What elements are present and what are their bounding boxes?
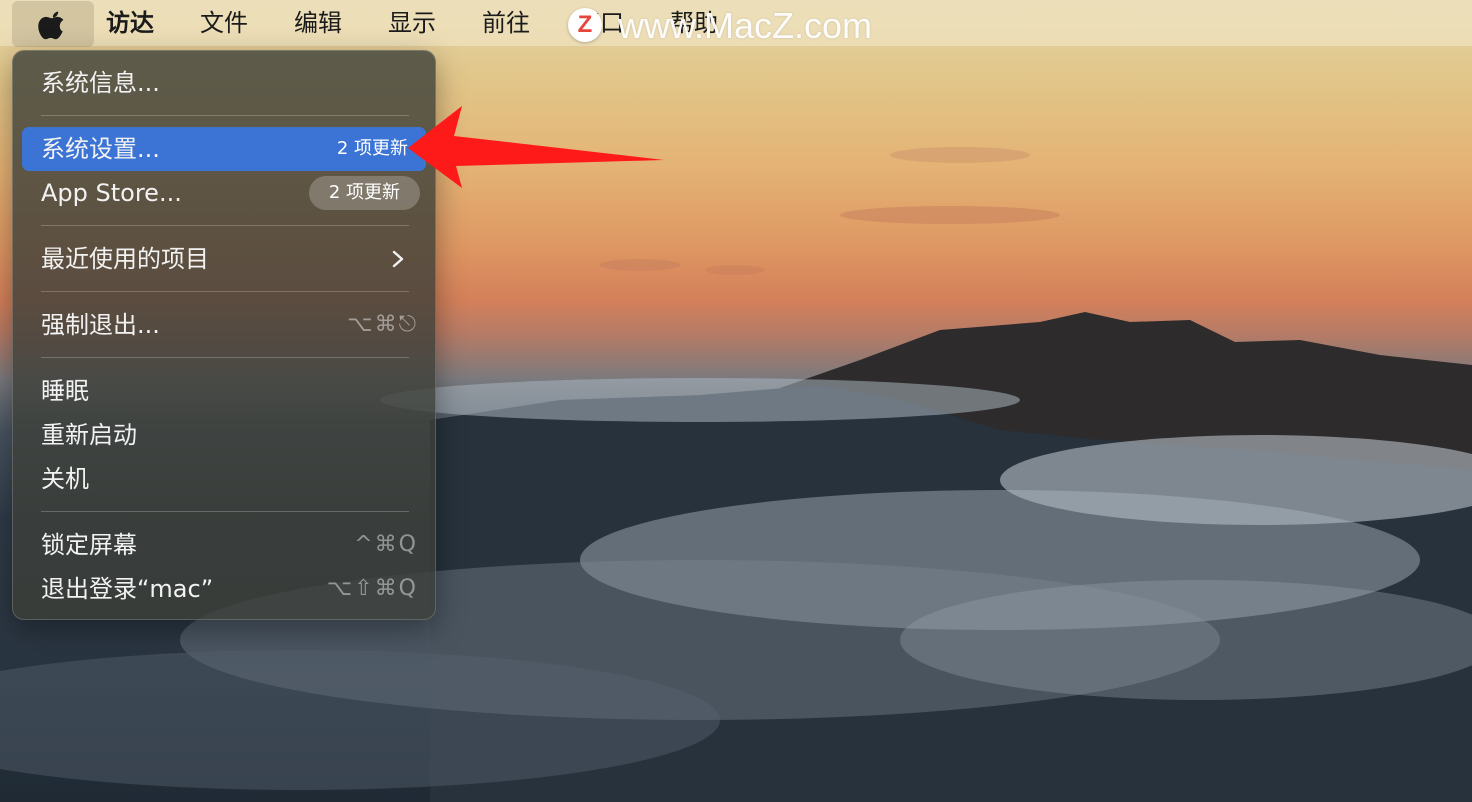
- menu-item-restart[interactable]: 重新启动: [22, 413, 426, 457]
- menu-item-label: 最近使用的项目: [41, 245, 209, 273]
- menubar-view[interactable]: 显示: [388, 7, 436, 39]
- menu-separator: [41, 115, 409, 116]
- menu-item-label: 锁定屏幕: [41, 531, 137, 559]
- watermark-text: www.MacZ.com: [618, 5, 873, 46]
- menu-item-logout[interactable]: 退出登录“mac” ⌥⇧⌘Q: [22, 567, 426, 611]
- watermark-logo: Z: [568, 8, 602, 42]
- keyboard-shortcut: ^⌘Q: [354, 532, 418, 557]
- menu-item-label: 系统设置...: [41, 135, 160, 163]
- menu-item-label: 睡眠: [41, 377, 89, 405]
- menu-item-label: App Store...: [41, 179, 182, 207]
- menu-item-about[interactable]: 系统信息...: [22, 61, 426, 105]
- menubar-go[interactable]: 前往: [482, 7, 530, 39]
- menu-item-label: 系统信息...: [41, 69, 160, 97]
- menubar-app-name[interactable]: 访达: [106, 7, 154, 39]
- menu-item-label: 重新启动: [41, 421, 137, 449]
- menu-bar: 访达 文件 编辑 显示 前往 窗口 帮助 Z www.MacZ.com: [0, 0, 1472, 47]
- chevron-right-icon: [392, 250, 404, 268]
- keyboard-shortcut: ⌥⇧⌘Q: [326, 576, 418, 601]
- keyboard-shortcut: ⌥⌘⎋: [347, 312, 418, 337]
- menu-item-shutdown[interactable]: 关机: [22, 457, 426, 501]
- menu-item-label: 关机: [41, 465, 89, 493]
- menu-item-label: 强制退出...: [41, 311, 160, 339]
- menu-item-label: 退出登录“mac”: [41, 575, 214, 603]
- menu-item-lock-screen[interactable]: 锁定屏幕 ^⌘Q: [22, 523, 426, 567]
- menu-item-system-settings[interactable]: 系统设置... 2 项更新: [22, 127, 426, 171]
- menu-separator: [41, 511, 409, 512]
- menu-item-force-quit[interactable]: 强制退出... ⌥⌘⎋: [22, 303, 426, 347]
- menu-separator: [41, 291, 409, 292]
- apple-menu-button[interactable]: [12, 1, 94, 47]
- menubar-edit[interactable]: 编辑: [294, 7, 342, 39]
- red-annotation-arrow: [408, 106, 664, 188]
- apple-menu-dropdown: 系统信息... 系统设置... 2 项更新 App Store... 2 项更新…: [12, 50, 436, 620]
- menu-item-recent-items[interactable]: 最近使用的项目: [22, 237, 426, 281]
- menu-separator: [41, 225, 409, 226]
- apple-logo-icon: [38, 11, 64, 40]
- menu-separator: [41, 357, 409, 358]
- menu-item-sleep[interactable]: 睡眠: [22, 369, 426, 413]
- menu-item-app-store[interactable]: App Store... 2 项更新: [22, 171, 426, 215]
- menubar-file[interactable]: 文件: [200, 7, 248, 39]
